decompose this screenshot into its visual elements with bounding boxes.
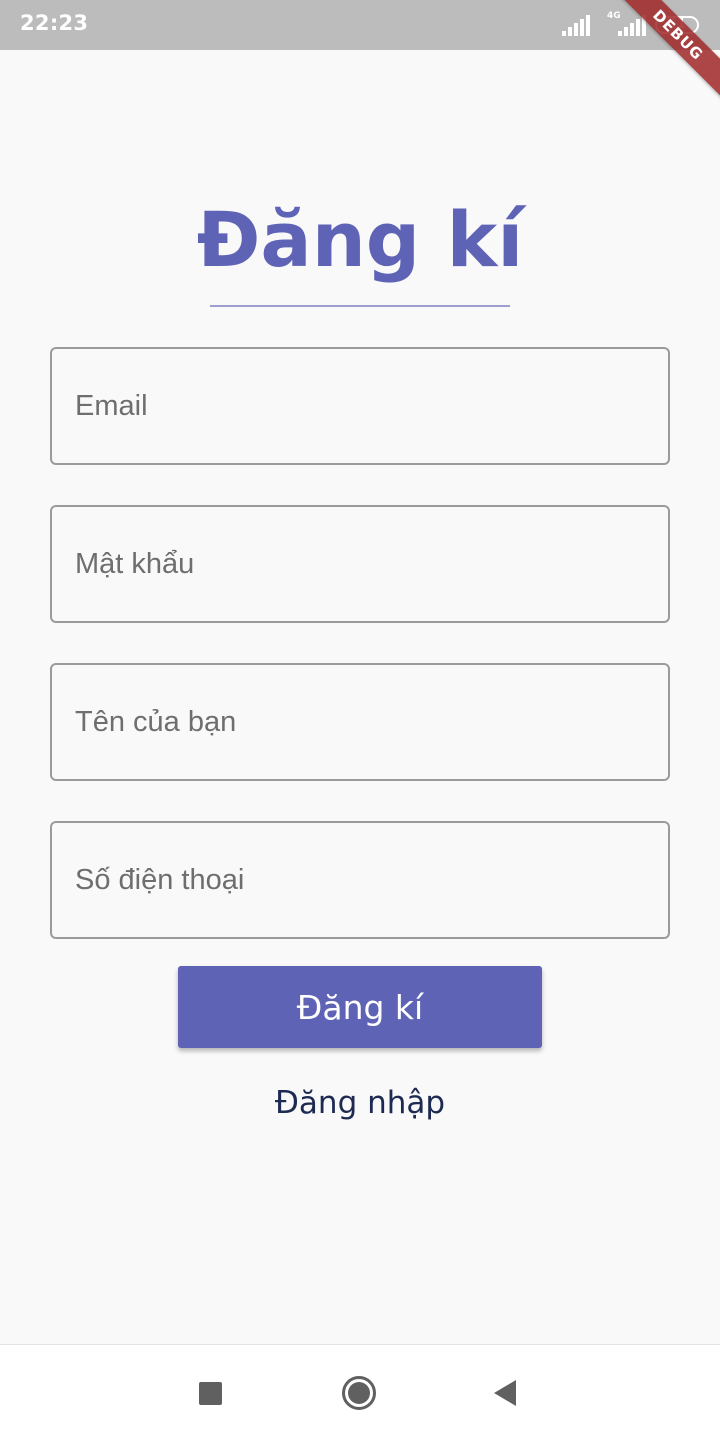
phone-field[interactable]	[50, 821, 670, 939]
home-icon[interactable]	[341, 1375, 377, 1411]
register-button[interactable]: Đăng kí	[178, 966, 542, 1048]
page-title: Đăng kí	[196, 195, 524, 284]
login-link[interactable]: Đăng nhập	[275, 1085, 445, 1121]
name-input[interactable]	[52, 665, 668, 779]
phone-input[interactable]	[52, 823, 668, 937]
email-field[interactable]	[50, 347, 670, 465]
status-bar: 22:23 4G 61 DEBUG	[0, 0, 720, 101]
email-input[interactable]	[52, 349, 668, 463]
password-field[interactable]	[50, 505, 670, 623]
password-input[interactable]	[52, 507, 668, 621]
back-icon[interactable]	[492, 1379, 518, 1407]
status-time: 22:23	[20, 11, 89, 35]
title-underline	[210, 305, 510, 307]
recent-apps-icon[interactable]	[199, 1382, 222, 1405]
navigation-bar	[0, 1344, 720, 1440]
name-field[interactable]	[50, 663, 670, 781]
signal-icon	[562, 15, 590, 36]
login-link-container: Đăng nhập	[0, 1080, 720, 1126]
